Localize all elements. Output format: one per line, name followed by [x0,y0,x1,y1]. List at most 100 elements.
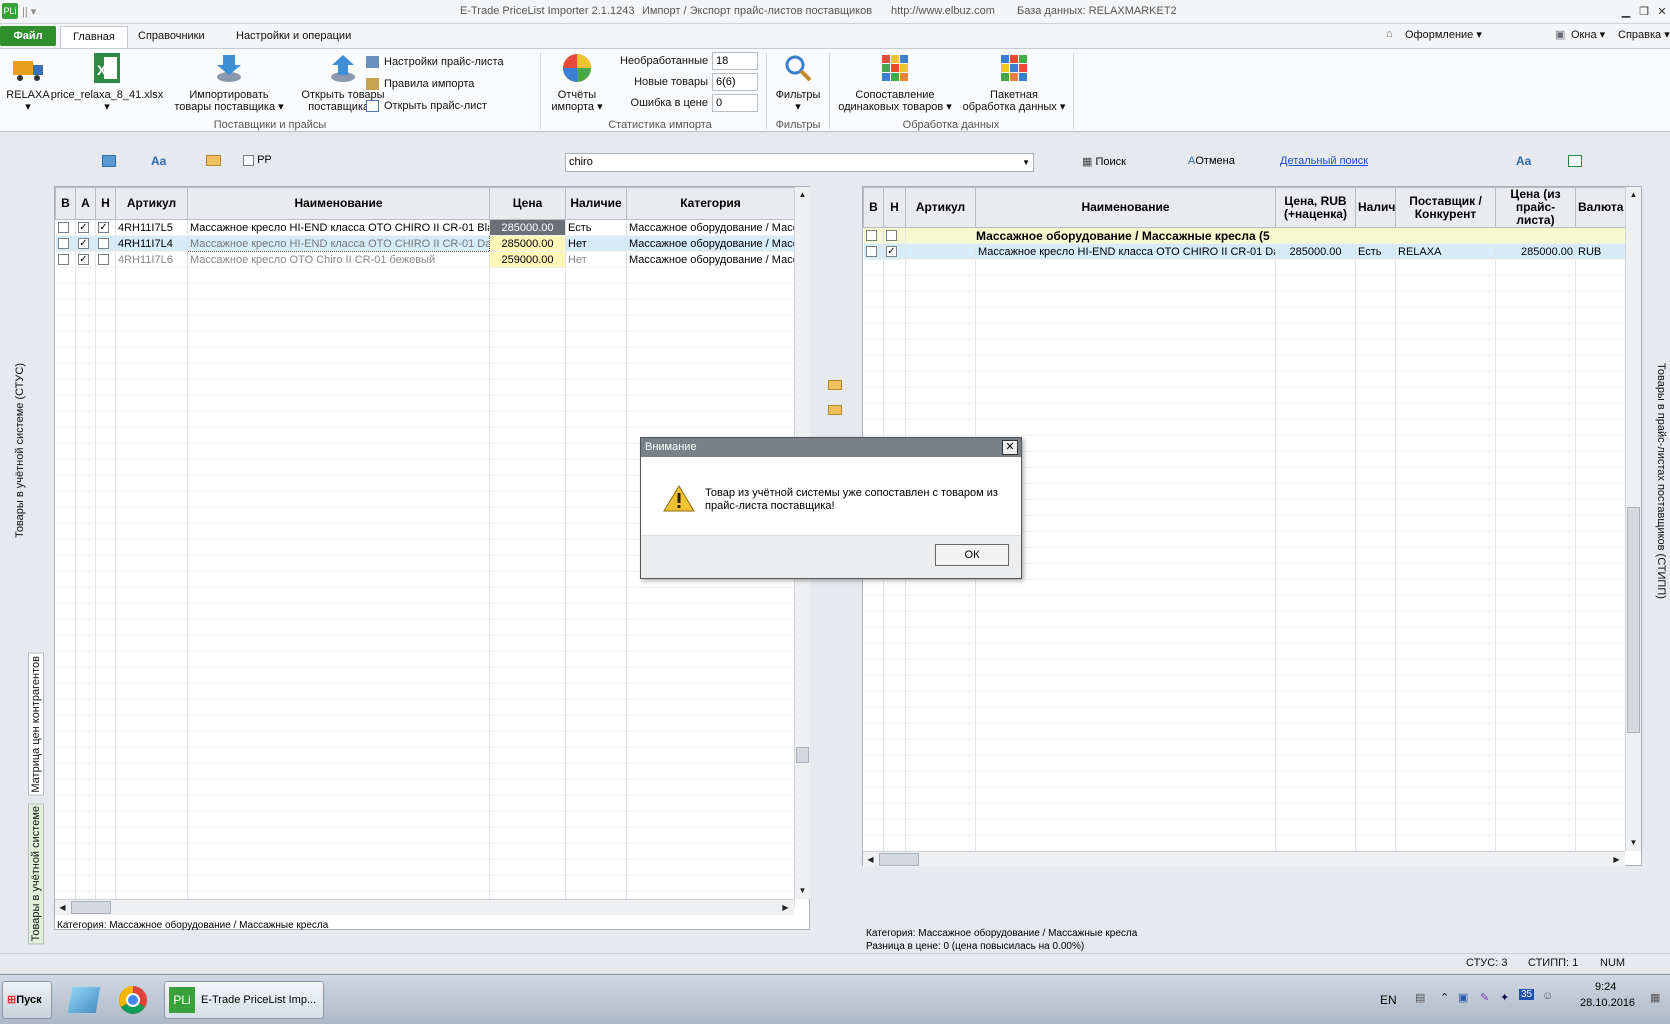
start-button[interactable]: ⊞Пуск [2,981,52,1019]
cell-availability[interactable]: Есть [565,219,627,236]
maximize-icon[interactable]: ❐ [1636,5,1652,19]
row-cell[interactable] [55,235,76,252]
checkbox[interactable] [98,238,109,250]
menu-help[interactable]: Справка ▾ [1618,28,1670,41]
price-file-button[interactable]: X price_relaxa_8_41.xlsx ▾ [50,51,164,113]
cell-availability[interactable]: Нет [565,251,627,268]
col-n[interactable]: Н [883,187,906,228]
cell-price-markup[interactable]: 285000.00 [1275,243,1356,260]
col-name[interactable]: Наименование [975,187,1276,228]
tab-main[interactable]: Главная [60,26,128,48]
pen-icon[interactable]: ✎ [1480,991,1489,1004]
checkbox[interactable] [865,246,877,258]
search-button[interactable]: ▦ Поиск [1082,155,1126,168]
scroll-left-icon[interactable]: ◀ [863,852,878,867]
scroll-up-icon[interactable]: ▲ [795,187,810,202]
cell-name[interactable]: Массажное кресло HI-END класса OTO CHIRO… [975,243,1276,260]
supplier-button[interactable]: RELAXA ▾ [4,51,52,113]
tab-settings-operations[interactable]: Настройки и операции [224,26,363,48]
checkbox[interactable] [57,254,69,266]
cell-category[interactable]: Массажное оборудование / Массажные кресл… [626,235,795,252]
row-cell[interactable] [863,243,884,260]
col-price-markup[interactable]: Цена, RUB (+наценка) [1275,187,1356,228]
col-availability[interactable]: Наличие [1355,187,1396,228]
scroll-right-icon[interactable]: ▶ [1609,852,1624,867]
row-cell[interactable]: ✓ [95,219,116,236]
cell-name[interactable]: Массажное кресло HI-END класса OTO CHIRO… [187,219,490,236]
col-name[interactable]: Наименование [187,187,490,220]
open-pricelist-button[interactable]: Открыть прайс-лист [366,97,487,115]
col-currency[interactable]: Валюта [1575,187,1626,228]
batch-processing-button[interactable]: Пакетная обработка данных ▾ [958,51,1070,113]
cell-availability[interactable]: Есть [1355,243,1396,260]
scroll-down-icon[interactable]: ▼ [1626,835,1641,850]
cell-currency[interactable]: RUB [1575,243,1626,260]
col-sku[interactable]: Артикул [905,187,976,228]
cancel-button[interactable]: AОтмена [1188,155,1235,167]
folder-icon[interactable] [828,380,842,390]
row-cell[interactable] [55,219,76,236]
col-sku[interactable]: Артикул [115,187,188,220]
clock-date[interactable]: 28.10.2016 [1580,997,1635,1009]
left-vscroll-thumb[interactable] [796,747,809,763]
cell-list-price[interactable]: 285000.00 [1495,243,1576,260]
export-icon[interactable] [102,155,116,167]
translate-icon[interactable]: Aa [1516,154,1531,168]
minimize-icon[interactable]: ▁ [1618,5,1634,19]
left-hscroll-thumb[interactable] [71,901,111,914]
checkbox[interactable] [98,254,109,266]
tray-badge-icon[interactable]: 35 [1519,989,1535,1000]
right-vscrollbar[interactable]: ▲ ▼ [1625,187,1641,851]
side-tab-stus[interactable]: Товары в учётной системе (СТУС) [14,363,26,538]
left-hscrollbar[interactable]: ◀ ▶ [55,899,794,915]
collapse-ribbon-icon[interactable]: ⌂ [1386,28,1393,40]
cell-price[interactable]: 285000.00 [489,219,566,236]
col-price[interactable]: Цена [489,187,566,220]
row-cell[interactable] [95,235,116,252]
translate-icon[interactable]: Aa [151,154,166,168]
cell-availability[interactable]: Нет [565,235,627,252]
table-row[interactable]: ✓ 4RH11I7L4 Массажное кресло HI-END класса… [55,235,795,252]
group-row[interactable]: Массажное оборудование / Массажные кресл… [863,227,1626,244]
ok-button[interactable]: ОК [935,544,1009,566]
cell-supplier[interactable]: RELAXA [1395,243,1496,260]
tab-file[interactable]: Файл [0,26,56,46]
reports-button[interactable]: Отчёты импорта ▾ [544,51,610,113]
table-row[interactable]: ✓ ✓ 4RH11I7L5 Массажное кресло HI-END класс… [55,219,795,236]
cell-name[interactable]: Массажное кресло HI-END класса OTO CHIRO… [187,235,490,252]
right-hscroll-thumb[interactable] [879,853,919,866]
language-indicator[interactable]: EN [1380,993,1397,1007]
row-cell[interactable] [95,251,116,268]
col-b[interactable]: В [55,187,76,220]
chrome-icon[interactable] [118,985,148,1015]
folder-icon[interactable] [206,155,221,166]
checkbox[interactable] [57,238,69,250]
scroll-right-icon[interactable]: ▶ [778,900,793,915]
folder-icon[interactable] [828,405,842,415]
cell-sku[interactable]: 4RH11I7L5 [115,219,188,236]
match-same-button[interactable]: Сопоставление одинаковых товаров ▾ [832,51,958,113]
checkbox[interactable]: ✓ [98,222,109,234]
cell-sku[interactable]: 4RH11I7L6 [115,251,188,268]
scroll-down-icon[interactable]: ▼ [795,883,810,898]
table-row[interactable]: ✓ Массажное кресло HI-END класса OTO CHIR… [863,243,1626,260]
cell-sku[interactable]: 4RH11I7L4 [115,235,188,252]
row-cell[interactable]: ✓ [75,219,96,236]
row-cell[interactable] [863,227,884,244]
pricelist-settings-button[interactable]: Настройки прайс-листа [366,53,504,71]
row-cell[interactable] [883,227,906,244]
filters-button[interactable]: Фильтры ▾ [770,51,826,113]
checkbox[interactable] [865,230,877,242]
col-availability[interactable]: Наличие [565,187,627,220]
scroll-left-icon[interactable]: ◀ [55,900,70,915]
chevron-down-icon[interactable]: ▼ [1022,154,1030,171]
tab-references[interactable]: Справочники [126,26,217,48]
search-input[interactable]: chiro ▼ [565,153,1034,172]
row-cell[interactable]: ✓ [75,251,96,268]
pp-checkbox[interactable]: PP [243,154,272,166]
checkbox[interactable]: ✓ [78,238,89,250]
row-cell[interactable]: ✓ [75,235,96,252]
scroll-up-icon[interactable]: ▲ [1626,187,1641,202]
cell-category[interactable]: Массажное оборудование / Массажные кресл… [626,219,795,236]
taskbar-app-button[interactable]: PLi E-Trade PriceList Imp... [164,981,324,1019]
